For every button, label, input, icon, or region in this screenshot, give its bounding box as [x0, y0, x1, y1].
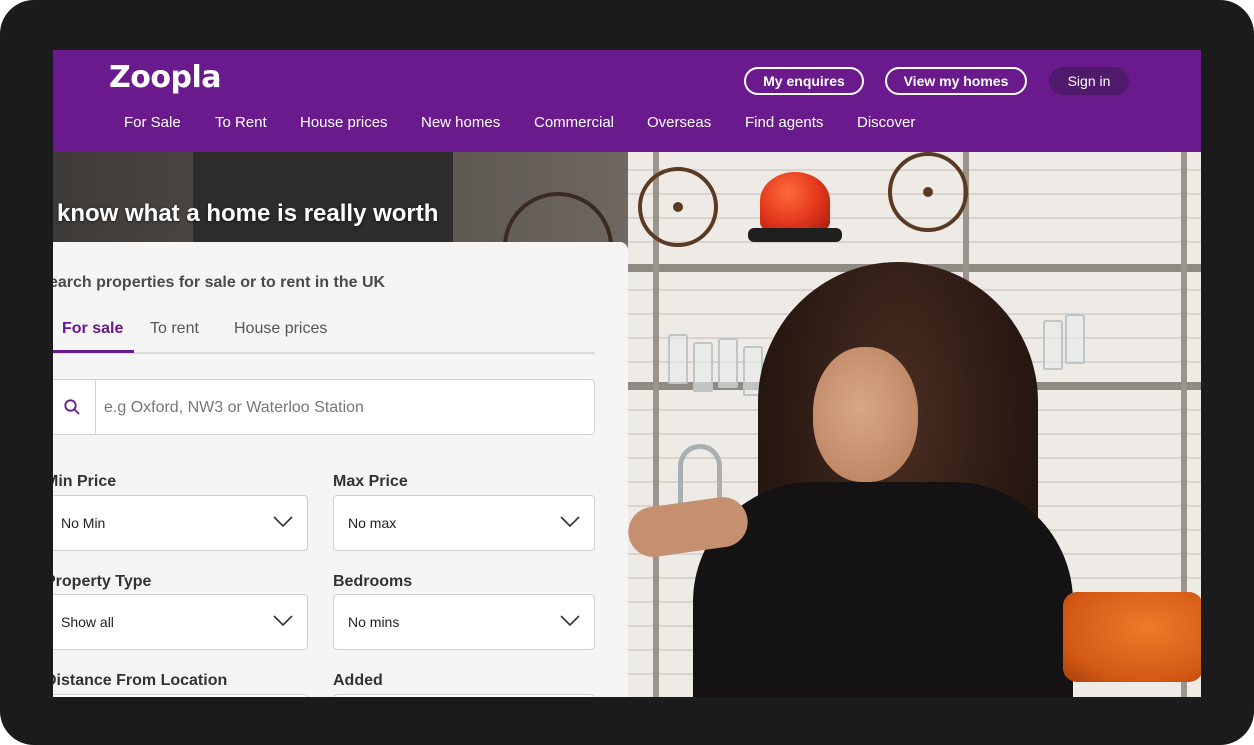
property-type-label: Property Type [53, 573, 152, 590]
search-card-title: earch properties for sale or to rent in … [53, 274, 386, 291]
max-price-value: No max [348, 515, 397, 531]
tab-house-prices[interactable]: House prices [234, 320, 327, 338]
nav-item-commercial[interactable]: Commercial [534, 114, 614, 131]
nav-item-to-rent[interactable]: To Rent [215, 114, 267, 131]
nav-item-new-homes[interactable]: New homes [421, 114, 500, 131]
nav-item-for-sale[interactable]: For Sale [124, 114, 181, 131]
zoopla-logo[interactable]: Zoopla [109, 60, 221, 95]
search-icon-container [53, 380, 96, 434]
distance-select[interactable] [53, 694, 308, 697]
search-input[interactable] [102, 380, 586, 436]
location-search-box[interactable] [53, 379, 595, 436]
browser-viewport: Zoopla My enquires View my homes Sign in… [53, 50, 1201, 697]
site-header: Zoopla My enquires View my homes Sign in… [53, 50, 1201, 152]
search-card: earch properties for sale or to rent in … [53, 242, 628, 697]
bedrooms-value: No mins [348, 614, 400, 630]
device-frame: Zoopla My enquires View my homes Sign in… [0, 0, 1254, 745]
search-icon[interactable] [63, 398, 81, 416]
view-my-homes-button[interactable]: View my homes [885, 67, 1027, 95]
nav-item-discover[interactable]: Discover [857, 114, 915, 131]
hero-headline: know what a home is really worth [57, 200, 439, 227]
nav-item-house-prices[interactable]: House prices [300, 114, 388, 131]
chevron-down-icon [560, 516, 580, 528]
chevron-down-icon [273, 516, 293, 528]
min-price-value: No Min [61, 515, 106, 531]
nav-item-find-agents[interactable]: Find agents [745, 114, 823, 131]
min-price-label: Min Price [53, 473, 117, 490]
max-price-select[interactable]: No max [333, 495, 595, 551]
tab-for-sale[interactable]: For sale [62, 320, 123, 338]
chevron-down-icon [560, 615, 580, 627]
max-price-label: Max Price [333, 473, 408, 490]
property-type-value: Show all [61, 614, 114, 630]
added-label: Added [333, 672, 383, 689]
added-select[interactable] [333, 694, 595, 697]
bedrooms-label: Bedrooms [333, 573, 413, 590]
search-tabs: For sale To rent House prices [53, 312, 595, 354]
distance-label: Distance From Location [53, 672, 228, 689]
bedrooms-select[interactable]: No mins [333, 594, 595, 650]
nav-item-overseas[interactable]: Overseas [647, 114, 711, 131]
active-tab-indicator [53, 350, 134, 353]
hero-section: know what a home is really worth earch p… [53, 152, 1201, 697]
property-type-select[interactable]: Show all [53, 594, 308, 650]
chevron-down-icon [273, 615, 293, 627]
min-price-select[interactable]: No Min [53, 495, 308, 551]
sign-in-button[interactable]: Sign in [1049, 67, 1129, 95]
tab-to-rent[interactable]: To rent [150, 320, 199, 338]
main-nav: For Sale To Rent House prices New homes … [53, 110, 1053, 136]
my-enquires-button[interactable]: My enquires [744, 67, 864, 95]
